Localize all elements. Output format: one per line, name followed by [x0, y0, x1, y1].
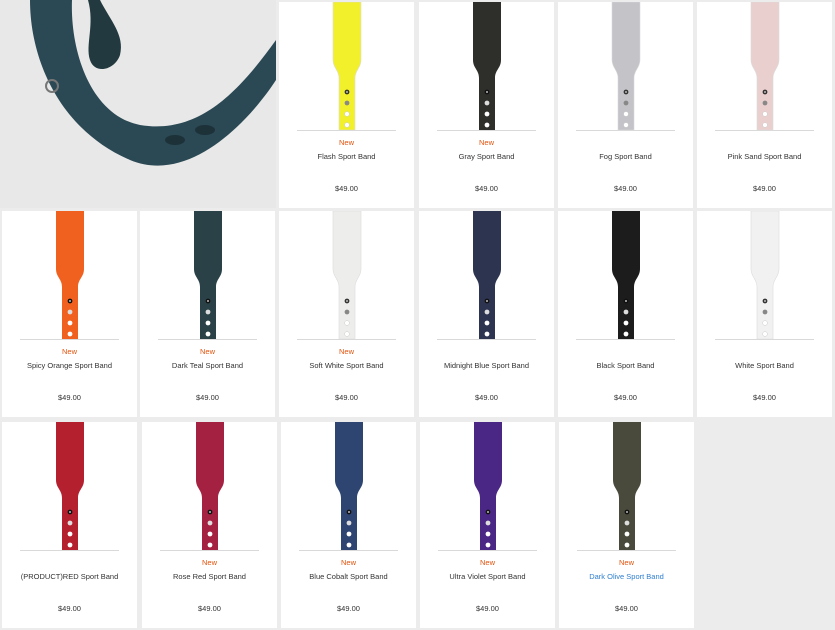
product-tile[interactable]: New Flash Sport Band $49.00 — [279, 2, 414, 208]
band-image — [747, 211, 783, 339]
band-image — [192, 422, 228, 550]
divider — [437, 130, 536, 131]
product-price: $49.00 — [753, 184, 776, 193]
product-tile[interactable]: Midnight Blue Sport Band $49.00 — [419, 211, 554, 417]
band-image — [469, 211, 505, 339]
divider — [297, 130, 396, 131]
product-price: $49.00 — [476, 604, 499, 613]
divider — [20, 339, 119, 340]
product-price: $49.00 — [475, 184, 498, 193]
product-name-link[interactable]: Flash Sport Band — [279, 152, 414, 161]
product-name-link[interactable]: Soft White Sport Band — [279, 361, 414, 370]
product-name-link[interactable]: Fog Sport Band — [558, 152, 693, 161]
new-badge: New — [201, 558, 217, 567]
product-name-link[interactable]: Dark Teal Sport Band — [140, 361, 275, 370]
product-name-link[interactable]: (PRODUCT)RED Sport Band — [2, 572, 137, 581]
product-tile[interactable]: Fog Sport Band $49.00 — [558, 2, 693, 208]
product-tile[interactable]: New Ultra Violet Sport Band $49.00 — [420, 422, 555, 628]
divider — [297, 339, 396, 340]
product-tile[interactable]: Pink Sand Sport Band $49.00 — [697, 2, 832, 208]
new-badge: New — [618, 558, 634, 567]
product-tile[interactable]: New Spicy Orange Sport Band $49.00 — [2, 211, 137, 417]
product-name-link[interactable]: White Sport Band — [697, 361, 832, 370]
product-name-link[interactable]: Pink Sand Sport Band — [697, 152, 832, 161]
product-price: $49.00 — [753, 393, 776, 402]
divider — [438, 550, 537, 551]
divider — [20, 550, 119, 551]
divider — [437, 339, 536, 340]
divider — [576, 130, 675, 131]
product-tile[interactable]: New Dark Teal Sport Band $49.00 — [140, 211, 275, 417]
band-image — [329, 211, 365, 339]
divider — [160, 550, 259, 551]
product-name-link[interactable]: Blue Cobalt Sport Band — [281, 572, 416, 581]
band-image — [190, 211, 226, 339]
product-name-link[interactable]: Spicy Orange Sport Band — [2, 361, 137, 370]
product-name-link[interactable]: Gray Sport Band — [419, 152, 554, 161]
product-price: $49.00 — [614, 184, 637, 193]
divider — [576, 339, 675, 340]
product-name-link[interactable]: Ultra Violet Sport Band — [420, 572, 555, 581]
product-tile[interactable]: (PRODUCT)RED Sport Band $49.00 — [2, 422, 137, 628]
band-image — [52, 422, 88, 550]
product-name-link[interactable]: Dark Olive Sport Band — [559, 572, 694, 581]
product-price: $49.00 — [198, 604, 221, 613]
product-price: $49.00 — [335, 184, 358, 193]
product-tile[interactable]: Black Sport Band $49.00 — [558, 211, 693, 417]
product-price: $49.00 — [58, 604, 81, 613]
new-badge: New — [478, 138, 494, 147]
product-name-link[interactable]: Midnight Blue Sport Band — [419, 361, 554, 370]
band-image — [331, 422, 367, 550]
product-price: $49.00 — [196, 393, 219, 402]
product-price: $49.00 — [615, 604, 638, 613]
product-price: $49.00 — [475, 393, 498, 402]
product-tile[interactable]: New Rose Red Sport Band $49.00 — [142, 422, 277, 628]
new-badge: New — [340, 558, 356, 567]
band-image — [608, 211, 644, 339]
new-badge: New — [479, 558, 495, 567]
new-badge: New — [338, 347, 354, 356]
product-price: $49.00 — [335, 393, 358, 402]
product-tile[interactable]: New Soft White Sport Band $49.00 — [279, 211, 414, 417]
product-tile[interactable]: White Sport Band $49.00 — [697, 211, 832, 417]
new-badge: New — [338, 138, 354, 147]
new-badge: New — [61, 347, 77, 356]
product-price: $49.00 — [337, 604, 360, 613]
hero-image — [0, 0, 276, 208]
product-tile[interactable]: New Dark Olive Sport Band $49.00 — [559, 422, 694, 628]
band-image — [747, 2, 783, 130]
product-tile[interactable]: New Gray Sport Band $49.00 — [419, 2, 554, 208]
divider — [158, 339, 257, 340]
product-price: $49.00 — [58, 393, 81, 402]
band-image — [609, 422, 645, 550]
dark-teal-band-hero — [0, 0, 276, 208]
new-badge: New — [199, 347, 215, 356]
band-image — [470, 422, 506, 550]
band-image — [52, 211, 88, 339]
band-image — [329, 2, 365, 130]
product-tile[interactable]: New Blue Cobalt Sport Band $49.00 — [281, 422, 416, 628]
divider — [577, 550, 676, 551]
divider — [715, 130, 814, 131]
band-image — [608, 2, 644, 130]
product-price: $49.00 — [614, 393, 637, 402]
product-name-link[interactable]: Rose Red Sport Band — [142, 572, 277, 581]
band-image — [469, 2, 505, 130]
divider — [715, 339, 814, 340]
product-name-link[interactable]: Black Sport Band — [558, 361, 693, 370]
divider — [299, 550, 398, 551]
